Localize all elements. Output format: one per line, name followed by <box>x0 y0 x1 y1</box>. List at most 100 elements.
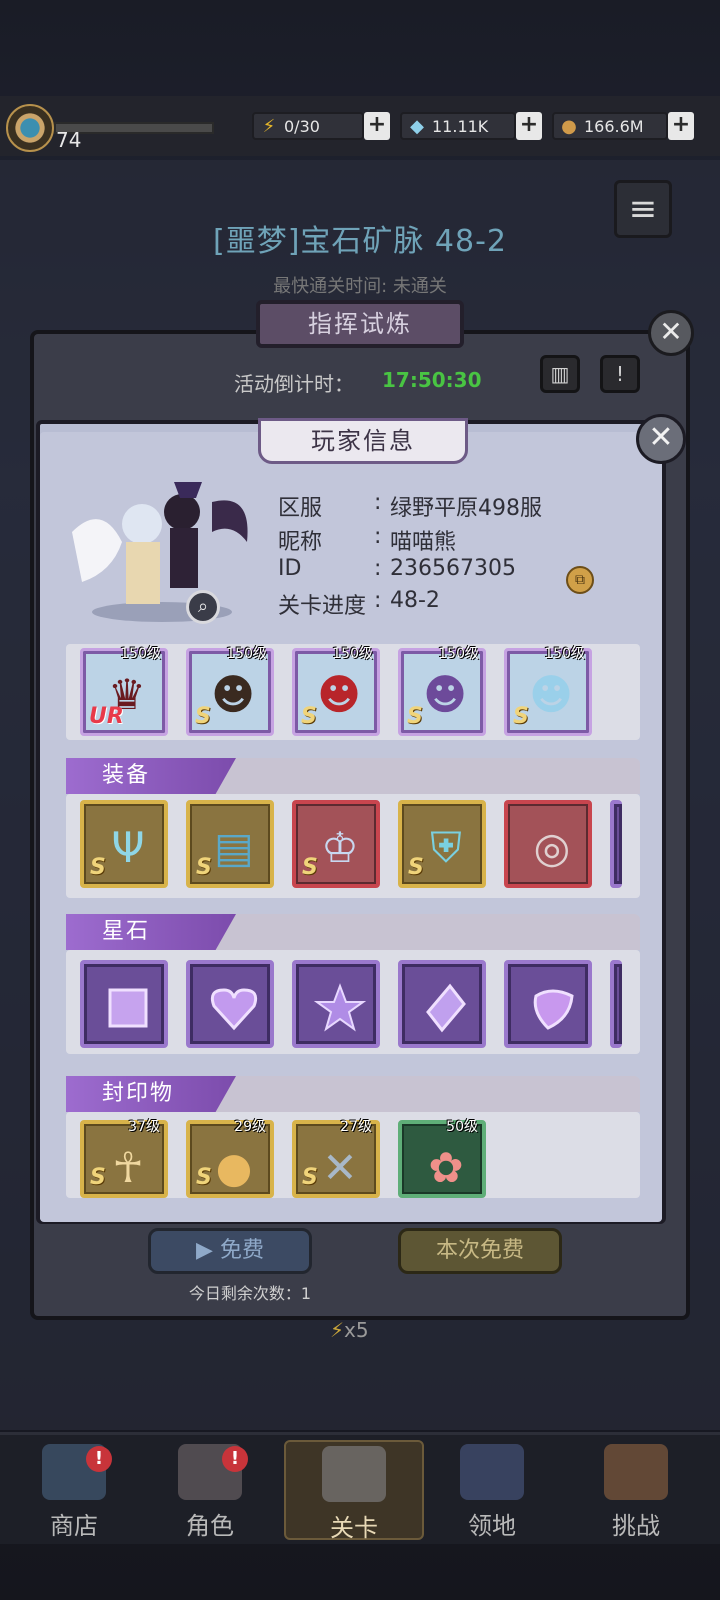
hero-rank: UR <box>89 704 124 729</box>
add-gold-button[interactable]: + <box>668 112 694 140</box>
armor-icon: ⛨ <box>430 823 462 872</box>
star-gem-icon <box>314 983 366 1032</box>
trial-title: 指挥试炼 <box>256 300 464 348</box>
castle-icon <box>460 1444 524 1500</box>
id-value: 236567305 <box>390 556 516 581</box>
hero-slot[interactable]: ☻ 150级 S <box>504 646 592 736</box>
flower-icon: ✿ <box>428 1143 464 1192</box>
nav-territory[interactable]: 领地 <box>432 1440 552 1540</box>
trident-icon: Ψ <box>111 823 145 872</box>
nickname-value: 喵喵熊 <box>390 530 457 555</box>
seal-level: 27级 <box>340 1119 372 1135</box>
seal-rank: S <box>90 1165 106 1190</box>
player-level: 74 <box>56 128 82 152</box>
hero-portrait-icon: ☻ <box>423 670 467 719</box>
lightning-icon: ⚡ <box>262 116 276 137</box>
nav-shop-label: 商店 <box>50 1512 98 1540</box>
equipment-rank: S <box>196 855 212 880</box>
progress-key: 关卡进度 <box>278 594 367 619</box>
nickname-key: 昵称 <box>278 530 323 555</box>
add-energy-button[interactable]: + <box>364 112 390 140</box>
hero-slot[interactable]: ☻ 150级 S <box>186 646 274 736</box>
countdown-timer: 17:50:30 <box>382 368 482 392</box>
countdown-label: 活动倒计时： <box>234 372 354 396</box>
equipment-rank: S <box>90 855 106 880</box>
id-row: ID : 236567305 <box>278 556 516 581</box>
cutlery-icon: ✕ <box>322 1143 358 1192</box>
seal-level: 29级 <box>234 1119 266 1135</box>
equipment-slot-partial[interactable] <box>610 800 622 888</box>
nav-challenge[interactable]: 挑战 <box>576 1440 696 1540</box>
info-exclamation-icon[interactable]: ! <box>600 355 640 393</box>
equipment-slot[interactable]: ⛨ S <box>398 800 486 888</box>
scroll-map-icon <box>604 1444 668 1500</box>
hero-portrait-icon: ☻ <box>317 670 361 719</box>
hero-slot[interactable]: ☻ 150级 S <box>398 646 486 736</box>
alert-badge-icon: ! <box>86 1446 112 1472</box>
server-row: 区服 : 绿野平原498服 <box>278 490 542 521</box>
seal-slot[interactable]: ✿ 50级 <box>398 1119 486 1198</box>
puppet-icon: ☥ <box>112 1143 144 1192</box>
equipment-title: 装备 <box>66 758 236 794</box>
hero-slot[interactable]: ♛ 150级 UR <box>80 646 168 736</box>
gem-value: 11.11K <box>432 117 489 136</box>
seal-rank: S <box>196 1165 212 1190</box>
equipment-slot[interactable]: ♔ S <box>292 800 380 888</box>
nav-territory-label: 领地 <box>468 1512 516 1540</box>
coin-icon: ● <box>215 1143 253 1192</box>
diamond-icon: ◆ <box>410 116 424 137</box>
seal-slot[interactable]: ● 29级 S <box>186 1119 274 1198</box>
seal-level: 50级 <box>446 1119 478 1135</box>
starstone-slot-partial[interactable] <box>610 960 622 1048</box>
nav-stage-label: 关卡 <box>330 1514 378 1542</box>
seal-rank: S <box>302 1165 318 1190</box>
gold-counter: ● 166.6M <box>552 112 668 140</box>
alert-badge-icon: ! <box>222 1446 248 1472</box>
starstone-slot[interactable] <box>186 960 274 1048</box>
starstone-title: 星石 <box>66 914 236 950</box>
nav-hero[interactable]: 角色 ! <box>150 1440 270 1540</box>
gem-counter: ◆ 11.11K <box>400 112 516 140</box>
hero-level: 150级 <box>438 646 479 662</box>
free-video-label: 免费 <box>219 1238 264 1263</box>
menu-list-icon[interactable]: ≡ <box>614 180 672 238</box>
progress-value: 48-2 <box>390 588 440 613</box>
seal-slot[interactable]: ✕ 27级 S <box>292 1119 380 1198</box>
hero-portrait-icon: ☻ <box>211 670 255 719</box>
hero-slot[interactable]: ☻ 150级 S <box>292 646 380 736</box>
trial-close-icon[interactable]: ✕ <box>648 310 694 356</box>
seal-level: 37级 <box>128 1119 160 1135</box>
square-gem-icon <box>108 988 148 1028</box>
id-key: ID <box>278 556 302 581</box>
starstone-slot[interactable] <box>398 960 486 1048</box>
energy-counter: ⚡ 0/30 <box>252 112 364 140</box>
nav-stage[interactable]: 关卡 <box>284 1440 424 1542</box>
equipment-slot[interactable]: ▤ S <box>186 800 274 888</box>
magnifier-icon[interactable]: ⌕ <box>186 590 220 624</box>
book-icon: ▤ <box>214 823 254 872</box>
equipment-slot[interactable]: ◎ <box>504 800 592 888</box>
crossed-swords-icon <box>322 1446 386 1502</box>
free-this-time-button[interactable]: 本次免费 <box>398 1228 562 1274</box>
server-key: 区服 <box>278 496 323 521</box>
add-gems-button[interactable]: + <box>516 112 542 140</box>
fastest-clear-time: 最快通关时间: 未通关 <box>273 276 447 297</box>
free-video-button[interactable]: ▶ 免费 <box>148 1228 312 1274</box>
nav-shop[interactable]: 商店 ! <box>14 1440 134 1540</box>
seal-slot[interactable]: ☥ 37级 S <box>80 1119 168 1198</box>
hero-level: 150级 <box>544 646 585 662</box>
player-info-close-icon[interactable]: ✕ <box>636 414 686 464</box>
equipment-slot[interactable]: Ψ S <box>80 800 168 888</box>
level-badge-icon[interactable] <box>6 104 54 152</box>
starstone-slot[interactable] <box>292 960 380 1048</box>
drop-gem-icon <box>533 989 574 1030</box>
player-avatar[interactable] <box>62 462 262 632</box>
ranking-chart-icon[interactable]: ▥ <box>540 355 580 393</box>
starstone-slot[interactable] <box>504 960 592 1048</box>
diamond-gem-icon <box>426 983 466 1033</box>
equipment-rank: S <box>302 855 318 880</box>
lightning-icon: ⚡ <box>330 1318 345 1342</box>
nav-challenge-label: 挑战 <box>612 1512 660 1540</box>
starstone-slot[interactable] <box>80 960 168 1048</box>
stage-title: [噩梦]宝石矿脉 48-2 <box>212 224 508 259</box>
